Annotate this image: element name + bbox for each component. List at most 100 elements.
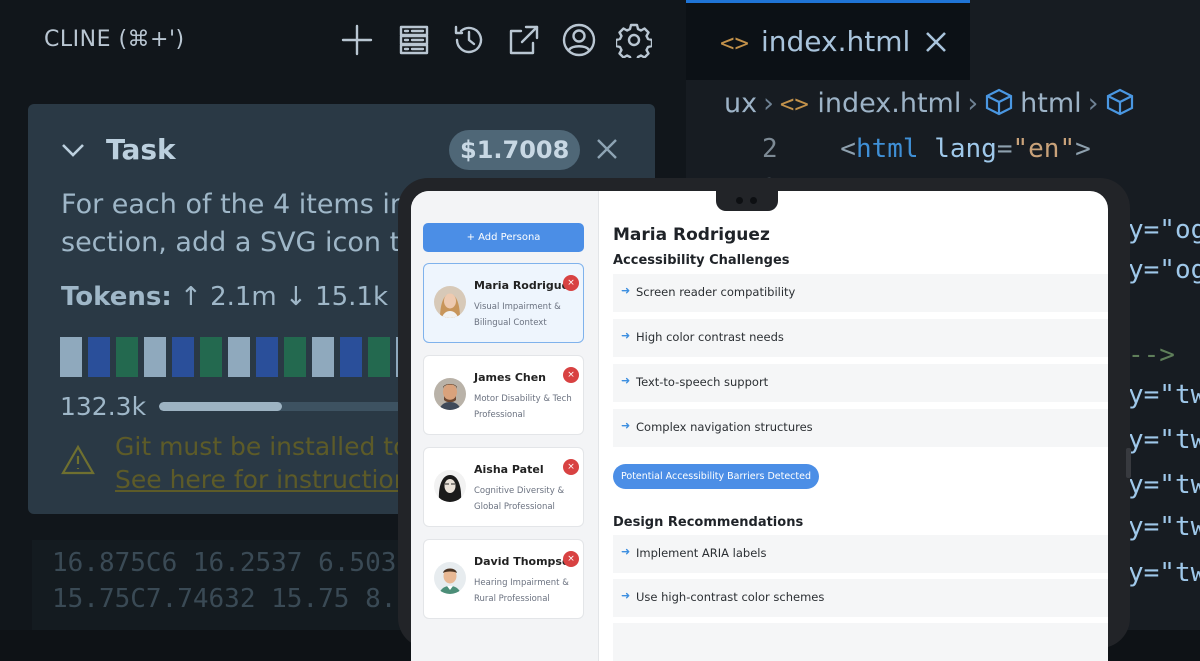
gear-icon[interactable]	[614, 22, 654, 63]
git-warning-text: Git must be installed to u	[115, 432, 433, 461]
code-fragment: y="tw	[1128, 512, 1200, 542]
remove-persona-button[interactable]: ×	[563, 275, 579, 291]
context-progress-bar	[159, 402, 404, 411]
persona-card-james[interactable]: James Chen Motor Disability & Tech Profe…	[423, 355, 584, 435]
persona-card-aisha[interactable]: Aisha Patel Cognitive Diversity & Global…	[423, 447, 584, 527]
arrow-right-icon: ➜	[621, 589, 631, 602]
tablet-device: + Add Persona Maria Rodriguez Visual Imp…	[398, 178, 1131, 661]
external-link-icon[interactable]	[506, 22, 542, 58]
server-icon[interactable]	[396, 22, 432, 58]
context-blocks	[60, 337, 446, 377]
context-block	[172, 337, 194, 377]
tokens-in: ↑ 2.1m	[180, 282, 277, 312]
persona-detail: Maria Rodriguez Accessibility Challenges…	[599, 191, 1108, 661]
recommendation-item: ➜ Use high-contrast color schemes	[613, 579, 1108, 617]
persona-sidebar: + Add Persona Maria Rodriguez Visual Imp…	[411, 191, 599, 661]
editor-tab[interactable]: <> index.html	[686, 0, 970, 80]
task-cost-badge: $1.7008	[449, 130, 581, 170]
challenge-text: Screen reader compatibility	[636, 285, 796, 299]
avatar	[434, 562, 466, 594]
camera-notch	[716, 191, 778, 211]
code-fragment: -->	[1128, 340, 1175, 370]
warning-icon	[61, 444, 95, 476]
arrow-right-icon: ➜	[621, 419, 631, 432]
tab-filename: index.html	[761, 25, 911, 58]
chevron-right-icon: ›	[1087, 88, 1099, 119]
arrow-right-icon: ➜	[621, 545, 631, 558]
git-warning: Git must be installed to u See here for …	[115, 430, 432, 496]
arrow-right-icon: ➜	[621, 329, 631, 342]
breadcrumb-folder[interactable]: ux	[724, 88, 757, 119]
code-fragment: y="og	[1128, 255, 1200, 285]
element-cube-icon	[1105, 88, 1135, 116]
challenge-item: ➜ Complex navigation structures	[613, 409, 1108, 447]
tablet-screen: + Add Persona Maria Rodriguez Visual Imp…	[411, 191, 1108, 661]
challenge-item: ➜ Screen reader compatibility	[613, 274, 1108, 312]
barrier-warning-badge[interactable]: Potential Accessibility Barriers Detecte…	[613, 464, 820, 489]
persona-name: David Thompson	[474, 555, 578, 568]
chevron-right-icon: ›	[763, 88, 774, 119]
tokens-row: Tokens: ↑ 2.1m ↓ 15.1k	[61, 282, 388, 312]
recommendations-heading: Design Recommendations	[613, 515, 804, 530]
context-block	[88, 337, 110, 377]
close-icon[interactable]	[924, 30, 948, 54]
context-block	[116, 337, 138, 377]
recommendation-item: ➜ Implement ARIA labels	[613, 535, 1108, 573]
code-fragment: y="tw	[1128, 425, 1200, 455]
challenge-text: Text-to-speech support	[636, 375, 769, 389]
recommendation-text: Use high-contrast color schemes	[636, 590, 825, 604]
chevron-down-icon[interactable]	[60, 140, 86, 160]
breadcrumb-file[interactable]: index.html	[817, 88, 961, 119]
code-token: html	[855, 134, 919, 164]
code-token: >	[1075, 134, 1091, 164]
persona-description: Visual Impairment & Bilingual Context	[474, 302, 561, 328]
context-block	[200, 337, 222, 377]
line-number: 2	[762, 134, 778, 164]
remove-persona-button[interactable]: ×	[563, 367, 579, 383]
persona-name: Aisha Patel	[474, 463, 544, 476]
remove-persona-button[interactable]: ×	[563, 551, 579, 567]
account-icon[interactable]	[561, 22, 597, 58]
challenge-text: Complex navigation structures	[636, 420, 813, 434]
page-title: Maria Rodriguez	[613, 225, 770, 245]
code-line: 16.875C6 16.2537 6.5036	[52, 548, 413, 578]
history-icon[interactable]	[451, 22, 487, 58]
context-block	[60, 337, 82, 377]
tokens-label: Tokens:	[61, 282, 172, 312]
context-block	[312, 337, 334, 377]
element-cube-icon	[984, 88, 1014, 116]
plus-icon[interactable]	[339, 22, 375, 58]
challenge-item: ➜ Text-to-speech support	[613, 364, 1108, 402]
context-block	[284, 337, 306, 377]
add-persona-button[interactable]: + Add Persona	[423, 223, 584, 252]
remove-persona-button[interactable]: ×	[563, 459, 579, 475]
task-label: Task	[106, 133, 176, 166]
code-token: lang	[934, 134, 997, 164]
persona-name: James Chen	[474, 371, 547, 384]
arrow-right-icon: ➜	[621, 284, 631, 297]
context-block	[228, 337, 250, 377]
recommendation-item	[613, 623, 1108, 661]
challenge-item: ➜ High color contrast needs	[613, 319, 1108, 357]
persona-name: Maria Rodriguez	[474, 279, 576, 292]
challenge-text: High color contrast needs	[636, 330, 784, 344]
cline-title: CLINE (⌘+')	[44, 27, 185, 52]
code-fragment: y="tw	[1128, 558, 1200, 588]
persona-card-maria[interactable]: Maria Rodriguez Visual Impairment & Bili…	[423, 263, 584, 343]
context-block	[340, 337, 362, 377]
avatar	[434, 286, 466, 318]
chevron-right-icon: ›	[967, 88, 979, 119]
code-fragment: y="og	[1128, 215, 1200, 245]
git-instructions-link[interactable]: See here for instructions	[115, 463, 432, 496]
context-used: 132.3k	[60, 392, 147, 421]
code-line-2: 2 <html lang="en">	[762, 134, 1091, 164]
camera-lens	[750, 197, 757, 204]
code-fragment: y="tw	[1128, 470, 1200, 500]
code-fragment: y="tw	[1128, 380, 1200, 410]
code-line: 15.75C7.74632 15.75 8.25	[52, 584, 428, 614]
breadcrumb-element[interactable]: html	[1020, 88, 1082, 119]
recommendation-text: Implement ARIA labels	[636, 546, 767, 560]
challenges-heading: Accessibility Challenges	[613, 253, 790, 268]
persona-card-david[interactable]: David Thompson Hearing Impairment & Rura…	[423, 539, 584, 619]
close-icon[interactable]	[594, 136, 620, 162]
